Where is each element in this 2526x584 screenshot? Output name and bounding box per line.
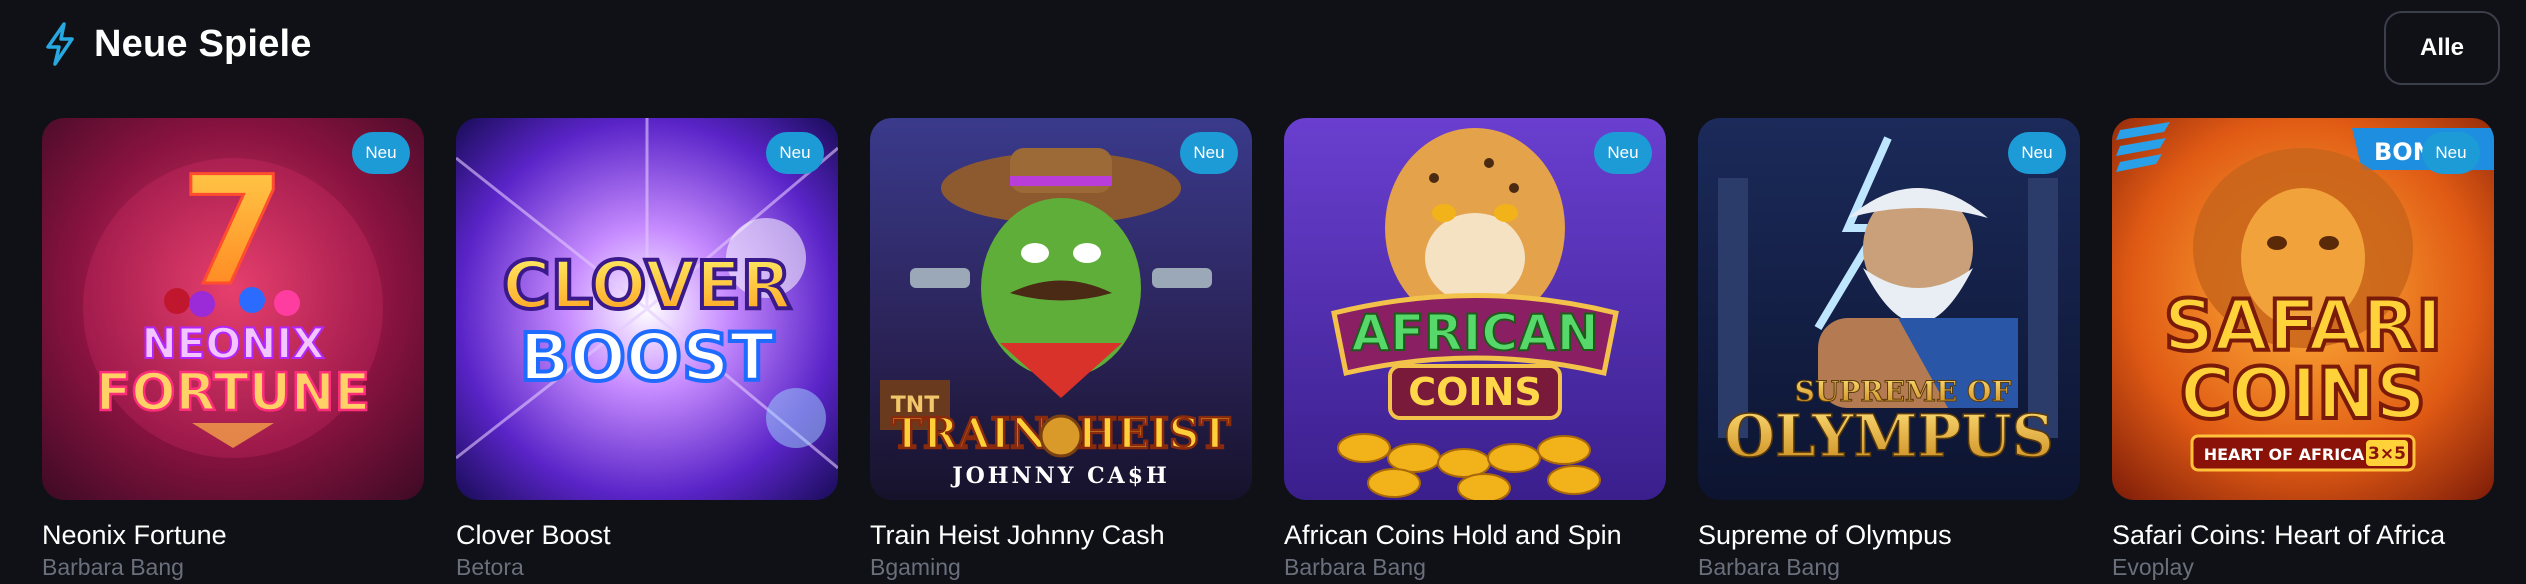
art-text: CLOVER bbox=[502, 247, 791, 324]
game-provider: Barbara Bang bbox=[1698, 554, 1840, 580]
game-card-clover-boost[interactable]: CLOVER BOOST Neu Clover Boost Betora bbox=[456, 118, 838, 584]
art-text: NEONIX bbox=[142, 319, 325, 368]
art-text: COINS bbox=[2180, 353, 2426, 435]
game-card-neonix-fortune[interactable]: 7 NEONIX FORTUNE Neu Neonix Fortune Barb… bbox=[42, 118, 424, 584]
art-text: JOHNNY CA$H bbox=[950, 463, 1170, 489]
game-provider: Bgaming bbox=[870, 554, 961, 580]
all-button[interactable]: Alle bbox=[2384, 11, 2500, 85]
art-text: HEIST bbox=[1078, 409, 1231, 458]
game-thumbnail[interactable]: BONU SAFARI COINS HEART OF AFRICA 3×5 Ne… bbox=[2112, 118, 2494, 500]
game-title[interactable]: African Coins Hold and Spin bbox=[1284, 520, 1622, 551]
game-title[interactable]: Clover Boost bbox=[456, 520, 611, 551]
game-provider: Barbara Bang bbox=[1284, 554, 1426, 580]
game-thumbnail[interactable]: AFRICAN COINS Neu bbox=[1284, 118, 1666, 500]
art-text: OLYMPUS bbox=[1724, 402, 2053, 470]
game-row: 7 NEONIX FORTUNE Neu Neonix Fortune Barb… bbox=[42, 118, 2526, 584]
art-text: AFRICAN bbox=[1351, 304, 1598, 362]
lightning-bolt-icon bbox=[46, 22, 74, 66]
game-artwork: AFRICAN COINS bbox=[1284, 118, 1666, 500]
art-text: TRAIN bbox=[892, 409, 1049, 458]
new-badge: Neu bbox=[2008, 132, 2066, 174]
art-text: BOOST bbox=[519, 319, 774, 396]
section-header: Neue Spiele Alle bbox=[0, 0, 2526, 100]
new-badge: Neu bbox=[766, 132, 824, 174]
game-provider: Betora bbox=[456, 554, 524, 580]
game-thumbnail[interactable]: 7 NEONIX FORTUNE Neu bbox=[42, 118, 424, 500]
game-artwork: 7 NEONIX FORTUNE bbox=[42, 118, 424, 500]
game-thumbnail[interactable]: SUPREME OF OLYMPUS Neu bbox=[1698, 118, 2080, 500]
game-artwork: BONU SAFARI COINS HEART OF AFRICA 3×5 bbox=[2112, 118, 2494, 500]
new-badge: Neu bbox=[2422, 132, 2480, 174]
game-thumbnail[interactable]: TNT TRAIN HEIST JOHNNY CA$H Neu bbox=[870, 118, 1252, 500]
page-title: Neue Spiele bbox=[94, 22, 312, 65]
game-artwork: CLOVER BOOST bbox=[456, 118, 838, 500]
game-artwork: TNT TRAIN HEIST JOHNNY CA$H bbox=[870, 118, 1252, 500]
game-title[interactable]: Safari Coins: Heart of Africa bbox=[2112, 520, 2445, 551]
game-provider: Evoplay bbox=[2112, 554, 2194, 580]
art-text: FORTUNE bbox=[96, 363, 370, 423]
new-badge: Neu bbox=[352, 132, 410, 174]
title-group: Neue Spiele bbox=[42, 22, 312, 66]
new-badge: Neu bbox=[1594, 132, 1652, 174]
game-title[interactable]: Neonix Fortune bbox=[42, 520, 227, 551]
game-title[interactable]: Train Heist Johnny Cash bbox=[870, 520, 1165, 551]
game-card-african-coins[interactable]: AFRICAN COINS Neu African Coins Hold and… bbox=[1284, 118, 1666, 584]
game-artwork: SUPREME OF OLYMPUS bbox=[1698, 118, 2080, 500]
new-badge: Neu bbox=[1180, 132, 1238, 174]
game-card-supreme-of-olympus[interactable]: SUPREME OF OLYMPUS Neu Supreme of Olympu… bbox=[1698, 118, 2080, 584]
game-card-safari-coins[interactable]: BONU SAFARI COINS HEART OF AFRICA 3×5 Ne… bbox=[2112, 118, 2494, 584]
art-text: HEART OF AFRICA bbox=[2204, 445, 2365, 464]
game-title[interactable]: Supreme of Olympus bbox=[1698, 520, 1952, 551]
game-provider: Barbara Bang bbox=[42, 554, 184, 580]
art-text: 3×5 bbox=[2368, 444, 2406, 464]
game-card-train-heist[interactable]: TNT TRAIN HEIST JOHNNY CA$H Neu Train He… bbox=[870, 118, 1252, 584]
art-text: COINS bbox=[1408, 370, 1542, 414]
game-thumbnail[interactable]: CLOVER BOOST Neu bbox=[456, 118, 838, 500]
